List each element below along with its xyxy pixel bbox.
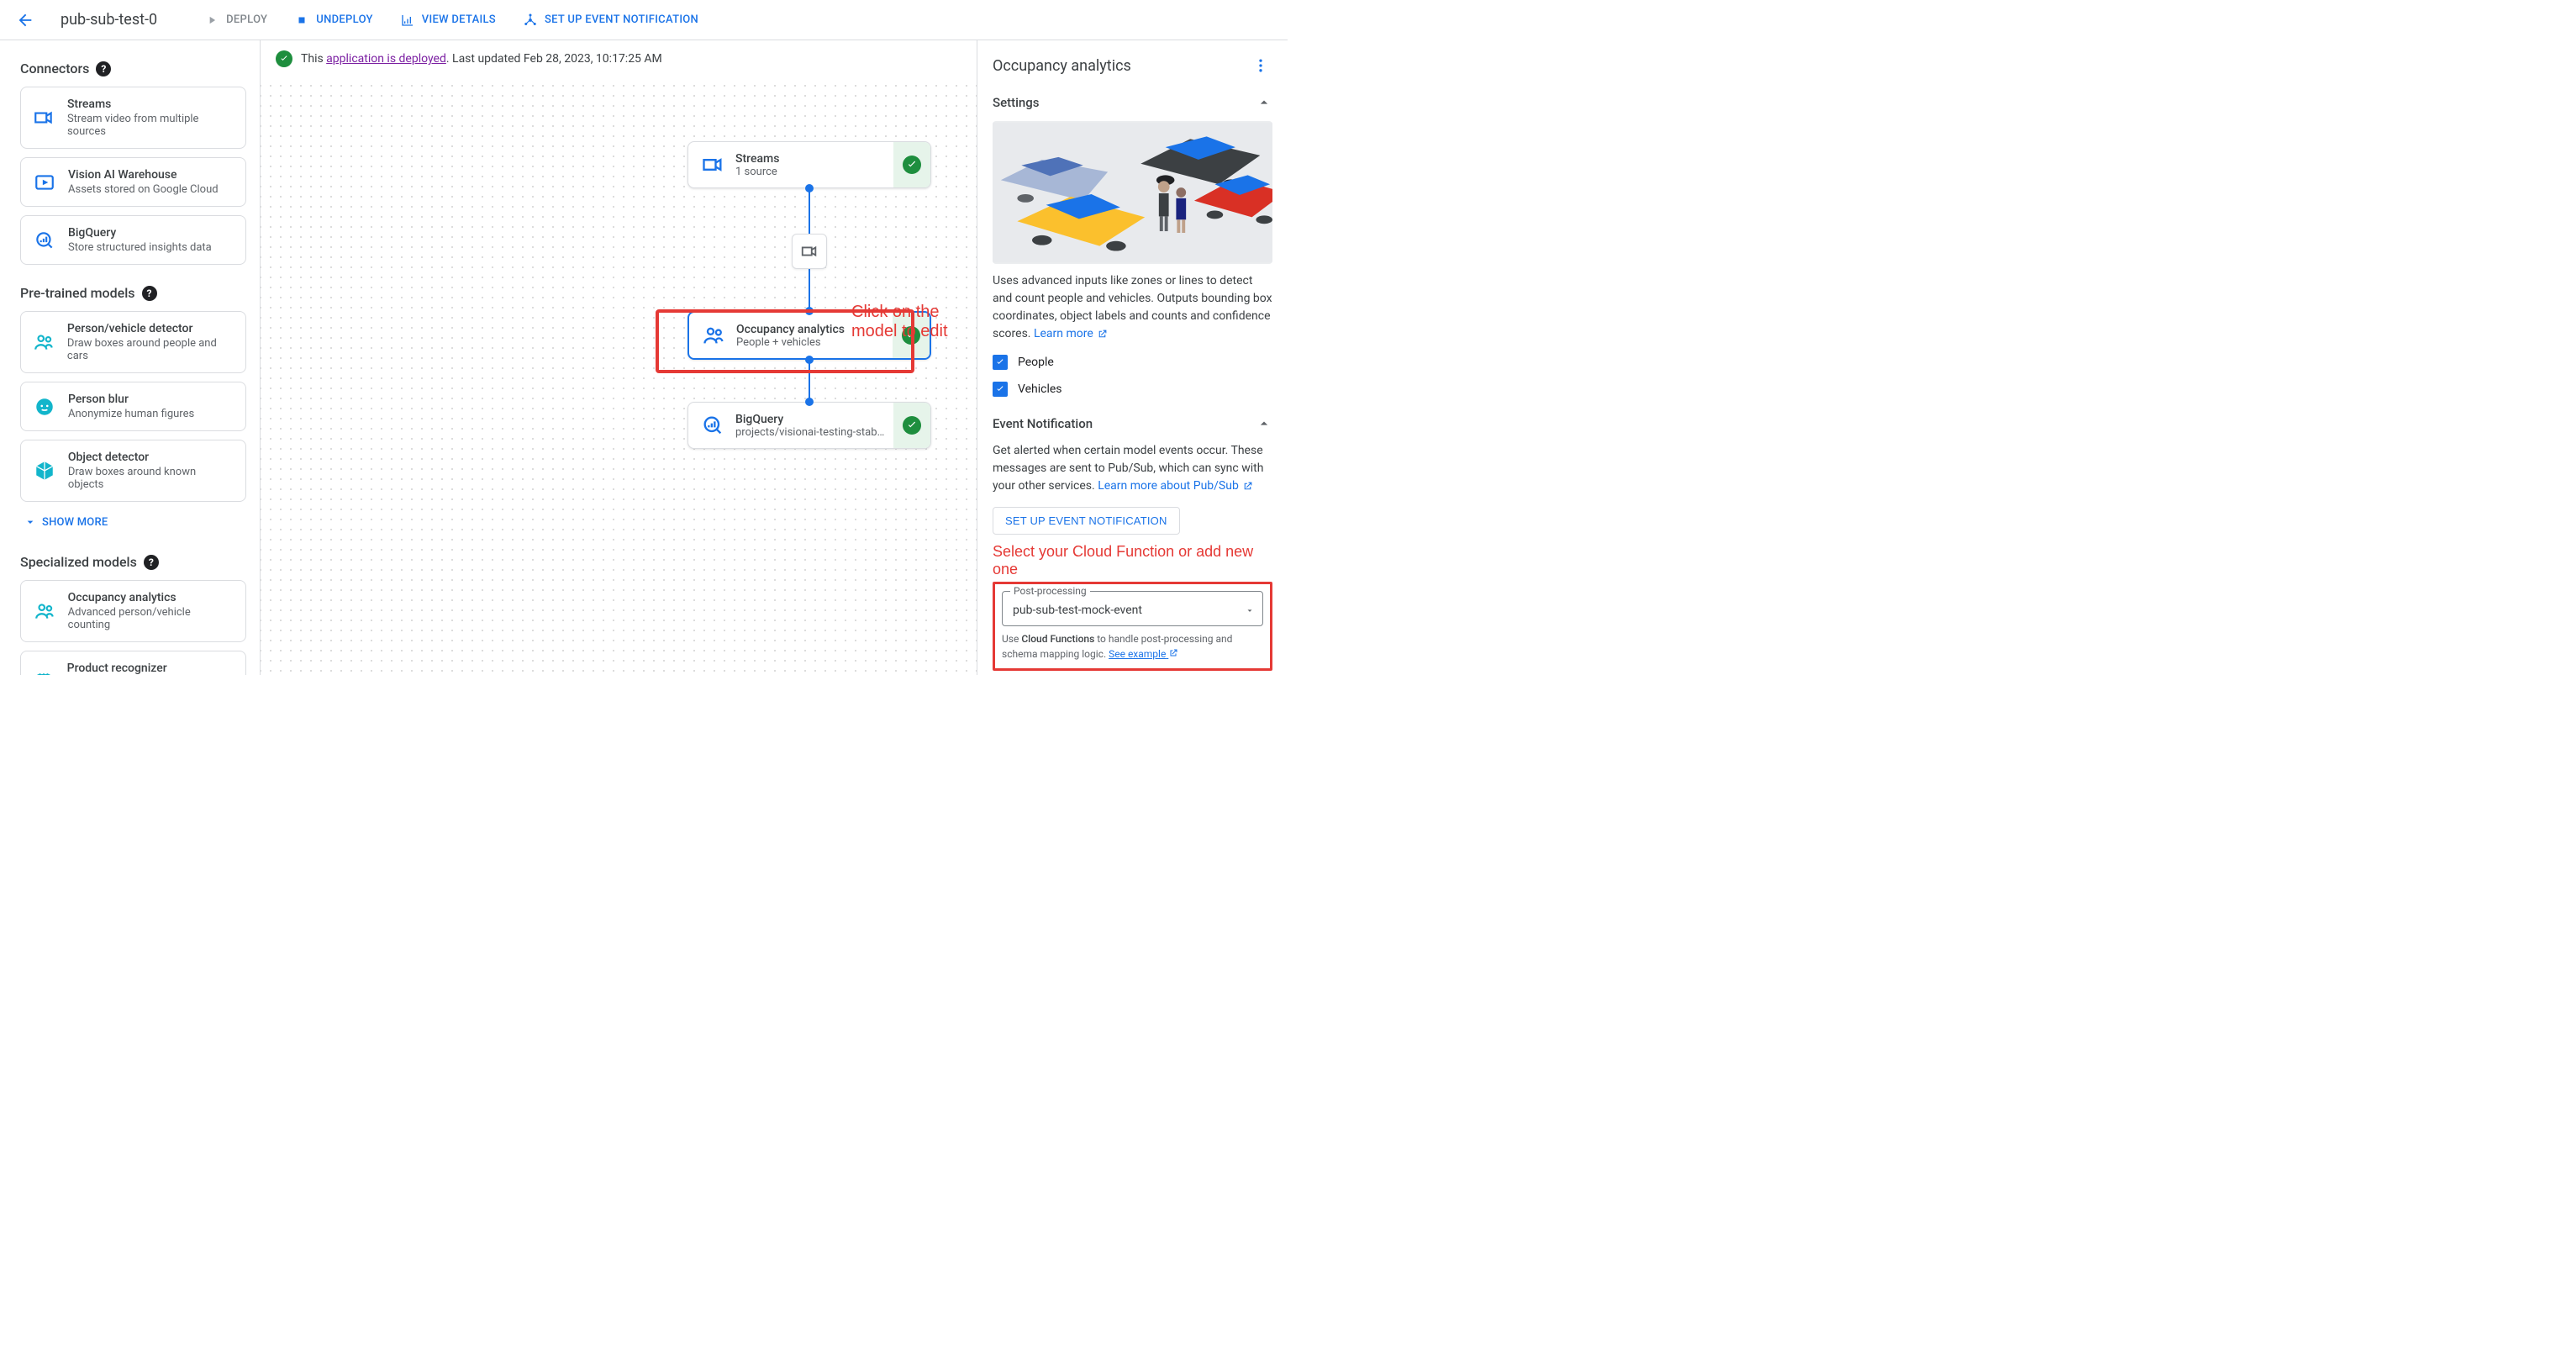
external-link-icon <box>1097 329 1108 340</box>
camera-icon <box>33 106 55 129</box>
right-panel-title: Occupancy analytics <box>993 57 1131 75</box>
learn-more-pubsub-link[interactable]: Learn more about Pub/Sub <box>1098 477 1253 495</box>
sidebar-item-person-blur[interactable]: Person blurAnonymize human figures <box>20 382 246 431</box>
external-link-icon <box>1242 481 1253 492</box>
cube-icon <box>33 459 56 483</box>
setup-event-notification-side-button[interactable]: SET UP EVENT NOTIFICATION <box>993 507 1180 535</box>
sidebar-item-vision-warehouse[interactable]: Vision AI WarehouseAssets stored on Goog… <box>20 157 246 207</box>
event-notification-section-toggle[interactable]: Event Notification <box>993 412 1272 435</box>
caret-down-icon <box>1245 605 1255 615</box>
show-more-button[interactable]: SHOW MORE <box>20 510 246 534</box>
application-deployed-link[interactable]: application is deployed <box>326 52 446 66</box>
settings-section-toggle[interactable]: Settings <box>993 91 1272 114</box>
external-link-icon <box>1168 648 1178 658</box>
checkbox-checked-icon <box>993 382 1008 397</box>
status-banner: This application is deployed. Last updat… <box>261 40 977 81</box>
bigquery-icon <box>33 229 56 252</box>
chevron-down-icon <box>24 515 37 529</box>
sidebar-item-streams[interactable]: StreamsStream video from multiple source… <box>20 87 246 149</box>
select-label: Post-processing <box>1010 585 1090 597</box>
flow-node-bigquery[interactable]: BigQueryprojects/visionai-testing-stabl… <box>687 402 931 449</box>
sidebar-section-connectors: Connectors ? <box>20 61 246 76</box>
camera-icon <box>698 150 727 179</box>
hub-icon <box>523 13 538 28</box>
sidebar-item-product-recognizer[interactable]: Product recognizerDetect items from a pr… <box>20 651 246 675</box>
sidebar-item-person-vehicle-detector[interactable]: Person/vehicle detectorDraw boxes around… <box>20 311 246 373</box>
learn-more-link[interactable]: Learn more <box>1034 325 1108 343</box>
play-box-icon <box>33 171 56 194</box>
setup-event-notification-button[interactable]: SET UP EVENT NOTIFICATION <box>523 13 698 28</box>
help-icon[interactable]: ? <box>96 61 111 76</box>
sidebar-item-occupancy-analytics[interactable]: Occupancy analyticsAdvanced person/vehic… <box>20 580 246 642</box>
bigquery-icon <box>698 411 727 440</box>
chart-icon <box>400 13 415 28</box>
people-icon <box>699 321 728 350</box>
chevron-up-icon <box>1256 94 1272 111</box>
settings-illustration <box>993 121 1272 264</box>
annotation-text: Select your Cloud Function or add new on… <box>993 543 1272 578</box>
checkbox-vehicles[interactable]: Vehicles <box>993 382 1272 397</box>
arrow-left-icon <box>16 11 34 29</box>
more-options-button[interactable] <box>1249 54 1272 77</box>
node-status-ok <box>893 142 930 187</box>
sidebar-item-bigquery[interactable]: BigQueryStore structured insights data <box>20 215 246 265</box>
mid-camera-node[interactable] <box>792 234 827 269</box>
help-icon[interactable]: ? <box>142 286 157 301</box>
stop-icon <box>294 13 309 28</box>
check-circle-icon <box>276 50 292 67</box>
checkbox-checked-icon <box>993 355 1008 370</box>
people-icon <box>33 330 55 354</box>
sidebar-item-object-detector[interactable]: Object detectorDraw boxes around known o… <box>20 440 246 502</box>
flow-node-streams[interactable]: Streams1 source <box>687 141 931 188</box>
chevron-up-icon <box>1256 415 1272 432</box>
camera-icon <box>800 242 819 261</box>
more-vert-icon <box>1252 57 1269 74</box>
checkbox-people[interactable]: People <box>993 355 1272 370</box>
deploy-button: DEPLOY <box>204 13 267 28</box>
view-details-button[interactable]: VIEW DETAILS <box>400 13 496 28</box>
tshirt-icon <box>33 670 55 675</box>
annotation-box: Post-processing pub-sub-test-mock-event … <box>993 582 1272 671</box>
node-status-ok <box>893 403 930 448</box>
play-icon <box>204 13 219 28</box>
undeploy-button[interactable]: UNDEPLOY <box>294 13 373 28</box>
annotation-text: Click on the model to edit <box>851 303 977 341</box>
sidebar-section-pretrained: Pre-trained models ? <box>20 285 246 301</box>
help-icon[interactable]: ? <box>144 555 159 570</box>
back-button[interactable] <box>10 5 40 35</box>
page-title: pub-sub-test-0 <box>61 11 157 29</box>
face-icon <box>33 395 56 419</box>
people-icon <box>33 599 56 623</box>
sidebar-section-specialized: Specialized models ? <box>20 554 246 570</box>
see-example-link[interactable]: See example <box>1109 648 1178 660</box>
